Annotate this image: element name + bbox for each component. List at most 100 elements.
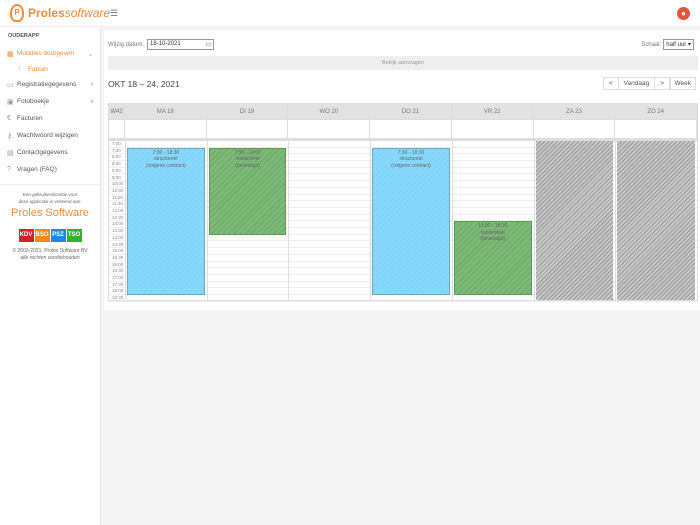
license-text: deze applicatie is verleend aan: xyxy=(18,199,82,204)
menu-toggle-icon[interactable]: ☰ xyxy=(110,8,118,19)
week-view-button[interactable]: Week xyxy=(669,77,696,90)
event-note: (bevestigd) xyxy=(235,162,260,169)
sidebar-item-label: Fabian xyxy=(28,65,48,73)
date-label: Wijzig datum: xyxy=(108,41,145,48)
child-icon: ↑ xyxy=(18,65,22,73)
allday-cell[interactable] xyxy=(534,120,616,138)
sidebar-item[interactable]: ▦ Mutaties doorgeven ⌄ xyxy=(0,45,100,62)
sidebar-item-label: Registratiegegevens xyxy=(17,81,77,88)
question-icon: ? xyxy=(7,166,11,173)
calendar-event[interactable]: 7:30 - 14:00 incidenteel (bevestigd) xyxy=(208,147,287,235)
time-label: 16:00 xyxy=(112,261,124,267)
badge-kdv: KDV xyxy=(18,229,34,242)
date-input[interactable]: 18-10-2021 ▭ xyxy=(147,39,215,50)
sidebar-item[interactable]: ? Vragen (FAQ) xyxy=(0,161,100,178)
allday-cell[interactable] xyxy=(370,120,452,138)
brand-name-suffix: software xyxy=(64,6,111,20)
day-header: ZA 23 xyxy=(534,104,616,119)
next-week-button[interactable]: > xyxy=(655,78,669,89)
logo[interactable]: P Prolessoftware xyxy=(10,4,110,22)
day-header: MA 18 xyxy=(125,104,207,119)
time-label: 15:30 xyxy=(112,254,124,260)
day-divider xyxy=(615,141,617,300)
calendar-event[interactable]: 7:30 - 18:30 structureel (volgens contract… xyxy=(127,147,205,296)
sidebar-item[interactable]: ▣ Fotoboekje › xyxy=(0,93,100,110)
time-label: 12:30 xyxy=(112,214,124,220)
sidebar-header: OUDERAPP xyxy=(8,33,40,39)
allday-cell[interactable] xyxy=(288,120,371,138)
time-label: 7:00 xyxy=(112,141,121,146)
calendar-icon: ▦ xyxy=(7,50,14,58)
license-text: Een gebruikerslicentie voor xyxy=(22,192,78,197)
day-divider xyxy=(206,141,208,300)
time-label: 10:30 xyxy=(112,187,124,193)
date-value: 18-10-2021 xyxy=(150,41,181,47)
calendar-icon[interactable]: ▭ xyxy=(205,41,211,48)
license-block: Een gebruikerslicentie voor deze applica… xyxy=(0,184,100,262)
day-header: DO 21 xyxy=(370,104,452,119)
calendar-event[interactable]: 13:00 - 18:30 incidenteel (bevestigd) xyxy=(453,221,532,296)
sidebar-item-label: Mutaties doorgeven xyxy=(17,50,75,57)
scale-label: Schaal: xyxy=(641,41,662,48)
today-button[interactable]: Vandaag xyxy=(619,78,656,89)
day-header: VR 22 xyxy=(452,104,534,119)
event-note: (volgens contract) xyxy=(145,162,186,169)
time-label: 12:00 xyxy=(112,208,124,213)
chevron-icon: ⌄ xyxy=(87,50,93,58)
time-label: 9:00 xyxy=(112,167,121,173)
allday-cell[interactable] xyxy=(615,120,698,138)
lightbulb-icon: P xyxy=(10,4,24,22)
day-header: WO 20 xyxy=(288,104,371,119)
top-bar: P Prolessoftware ☰ ● xyxy=(0,0,700,27)
calendar-title: OKT 18 – 24, 2021 xyxy=(108,79,180,89)
contact-card-icon: ▤ xyxy=(7,149,14,157)
time-label: 16:30 xyxy=(112,268,124,274)
time-label: 11:00 xyxy=(112,194,123,200)
prev-week-button[interactable]: < xyxy=(604,78,619,89)
time-label: 17:00 xyxy=(112,275,124,280)
sidebar-item[interactable]: ⚷ Wachtwoord wijzigen xyxy=(0,127,100,144)
time-label: 8:30 xyxy=(112,161,121,167)
time-grid: 7:00 7:30 8:00 8:30 9:00 9:30 10:00 10:30 11:00 1… xyxy=(108,139,698,302)
sidebar-item[interactable]: ▭ Registratiegegevens › xyxy=(0,76,100,93)
week-number: W42 xyxy=(109,104,125,119)
sidebar-item-label: Vragen (FAQ) xyxy=(17,166,57,173)
view-requests-button[interactable]: Bekijk aanvragen xyxy=(108,56,698,70)
chevron-icon: › xyxy=(90,81,93,88)
day-divider xyxy=(370,141,372,300)
license-company: Proles Software xyxy=(11,207,89,219)
allday-cell[interactable] xyxy=(452,120,534,138)
sidebar-item-label: Contactgegevens xyxy=(17,149,68,156)
allday-cell[interactable] xyxy=(207,120,289,138)
allday-cell[interactable] xyxy=(125,120,207,138)
brand-name: Proles xyxy=(28,6,65,20)
calendar-event[interactable]: 7:30 - 18:30 structureel (volgens contract… xyxy=(372,147,450,296)
sidebar-item[interactable]: ▤ Contactgegevens xyxy=(0,144,100,161)
time-label: 8:00 xyxy=(112,154,121,160)
time-label: 13:00 xyxy=(112,221,124,227)
rights: alle rechten voorbehouden xyxy=(20,255,80,261)
time-label: 7:30 xyxy=(112,147,121,153)
time-label: 18:30 xyxy=(112,295,124,301)
event-note: (volgens contract) xyxy=(391,162,431,169)
time-label: 13:30 xyxy=(112,228,124,234)
sidebar-item[interactable]: ↑ Fabian xyxy=(0,62,100,76)
sidebar-item[interactable]: € Facturen xyxy=(0,110,100,127)
scale-value: half uur xyxy=(666,42,687,48)
badge-bso: BSO xyxy=(34,229,50,242)
sidebar: OUDERAPP ▦ Mutaties doorgeven ⌄ ↑ Fabian ▭ Reg… xyxy=(0,27,101,525)
user-avatar-icon[interactable]: ● xyxy=(677,7,690,20)
folder-icon: ▭ xyxy=(7,81,14,89)
event-note: (bevestigd) xyxy=(480,236,506,243)
day-divider xyxy=(125,141,126,300)
key-icon: ⚷ xyxy=(7,132,13,140)
image-icon: ▣ xyxy=(7,98,14,106)
sidebar-item-label: Facturen xyxy=(17,115,43,122)
time-label: 15:00 xyxy=(112,248,124,254)
time-label: 10:00 xyxy=(112,181,124,187)
badge-psz: PSZ xyxy=(50,229,66,242)
time-label: 14:00 xyxy=(112,234,124,240)
scale-select[interactable]: half uur ▾ xyxy=(663,39,694,50)
time-label: 9:30 xyxy=(112,174,121,180)
unavailable-day xyxy=(535,141,614,300)
